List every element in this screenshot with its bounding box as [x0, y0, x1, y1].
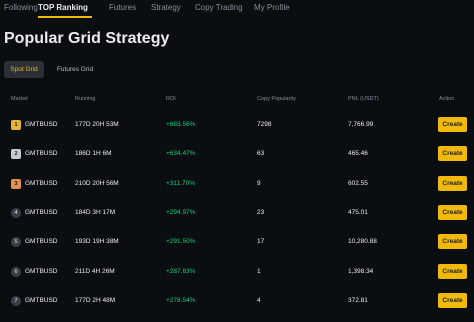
rank-badge: 5	[11, 237, 21, 248]
header-copy-popularity: Copy Popularity	[257, 96, 296, 102]
pnl-cell: 475.01	[348, 208, 368, 216]
running-cell: 177D 2H 48M	[75, 296, 116, 304]
copy-popularity-cell: 17	[257, 238, 265, 246]
table-row: 6 GMTBUSD 211D 4H 26M +287.63% 1 1,398.34 Crea…	[0, 263, 474, 293]
rank-badge: 6	[11, 266, 21, 277]
copy-popularity-cell: 9	[257, 179, 261, 187]
create-button[interactable]: Create	[438, 117, 467, 132]
table-row: 2 GMTBUSD 186D 1H 6M +634.47% 63 465.46 Create	[0, 146, 474, 175]
roi-cell: +291.50%	[166, 238, 196, 246]
pnl-cell: 7,766.99	[348, 121, 374, 128]
copy-popularity-cell: 7298	[257, 121, 272, 128]
page-title: Popular Grid Strategy	[4, 30, 170, 47]
create-button[interactable]: Create	[438, 146, 467, 162]
table-row: 7 GMTBUSD 177D 2H 48M +278.54% 4 372.81 Create	[0, 292, 474, 322]
tab-futures[interactable]: Futures	[109, 3, 136, 12]
tab-copy-trading[interactable]: Copy Trading	[195, 3, 243, 12]
tab-top-ranking[interactable]: TOP Ranking	[38, 3, 88, 12]
market-cell: GMTBUSD	[25, 267, 58, 275]
pnl-cell: 465.46	[348, 150, 368, 158]
table-row: 1 GMTBUSD 177D 20H 53M +883.56% 7298 7,766.99…	[0, 117, 474, 146]
pnl-cell: 10,280.88	[348, 238, 377, 246]
roi-cell: +294.97%	[166, 208, 196, 216]
table-row: 5 GMTBUSD 193D 19H 38M +291.50% 17 10,280.88 C…	[0, 234, 474, 263]
market-cell: GMTBUSD	[25, 238, 58, 246]
header-action: Action	[439, 96, 455, 102]
create-button[interactable]: Create	[438, 263, 467, 279]
rank-medal-icon: 2	[11, 149, 21, 160]
header-running: Running	[75, 96, 96, 102]
pnl-cell: 372.81	[348, 296, 368, 304]
create-button[interactable]: Create	[438, 292, 467, 308]
tab-my-profile[interactable]: My Profile	[254, 3, 290, 12]
rank-medal-icon: 3	[11, 178, 21, 189]
active-tab-underline	[38, 16, 92, 18]
rank-badge: 7	[11, 295, 21, 306]
market-cell: GMTBUSD	[25, 121, 58, 128]
running-cell: 210D 20H 56M	[75, 179, 119, 187]
header-pnl: PNL (USDT)	[348, 96, 379, 102]
copy-popularity-cell: 63	[257, 150, 265, 158]
running-cell: 193D 19H 38M	[75, 238, 119, 246]
market-cell: GMTBUSD	[25, 208, 58, 216]
tab-strategy[interactable]: Strategy	[151, 3, 181, 12]
roi-cell: +311.70%	[166, 179, 195, 187]
roi-cell: +634.47%	[166, 150, 196, 158]
pnl-cell: 602.55	[348, 179, 368, 187]
tab-spot-grid[interactable]: Spot Grid	[4, 61, 44, 78]
rank-badge: 4	[11, 207, 21, 218]
market-cell: GMTBUSD	[25, 296, 58, 304]
create-button[interactable]: Create	[438, 234, 467, 250]
market-cell: GMTBUSD	[25, 150, 58, 158]
tab-futures-grid[interactable]: Futures Grid	[52, 61, 98, 78]
copy-popularity-cell: 4	[257, 296, 261, 304]
tab-following[interactable]: Following	[4, 3, 38, 12]
top-nav-tabs: Following TOP Ranking Futures Strategy C…	[0, 0, 474, 20]
pnl-cell: 1,398.34	[348, 267, 374, 275]
header-roi: ROI	[166, 96, 176, 102]
running-cell: 186D 1H 6M	[75, 150, 112, 158]
create-button[interactable]: Create	[438, 175, 467, 191]
running-cell: 184D 3H 17M	[75, 208, 116, 216]
roi-cell: +278.54%	[166, 296, 196, 304]
market-cell: GMTBUSD	[25, 179, 58, 187]
create-button[interactable]: Create	[438, 204, 467, 220]
copy-popularity-cell: 1	[257, 267, 261, 275]
roi-cell: +287.63%	[166, 267, 196, 275]
table-row: 4 GMTBUSD 184D 3H 17M +294.97% 23 475.01 Creat…	[0, 204, 474, 234]
header-market: Market	[11, 96, 28, 102]
table-row: 3 GMTBUSD 210D 20H 56M +311.70% 9 602.55 Creat…	[0, 175, 474, 205]
rank-medal-icon: 1	[11, 120, 21, 130]
running-cell: 211D 4H 26M	[75, 267, 115, 275]
running-cell: 177D 20H 53M	[75, 121, 119, 128]
copy-popularity-cell: 23	[257, 208, 265, 216]
roi-cell: +883.56%	[166, 121, 196, 128]
